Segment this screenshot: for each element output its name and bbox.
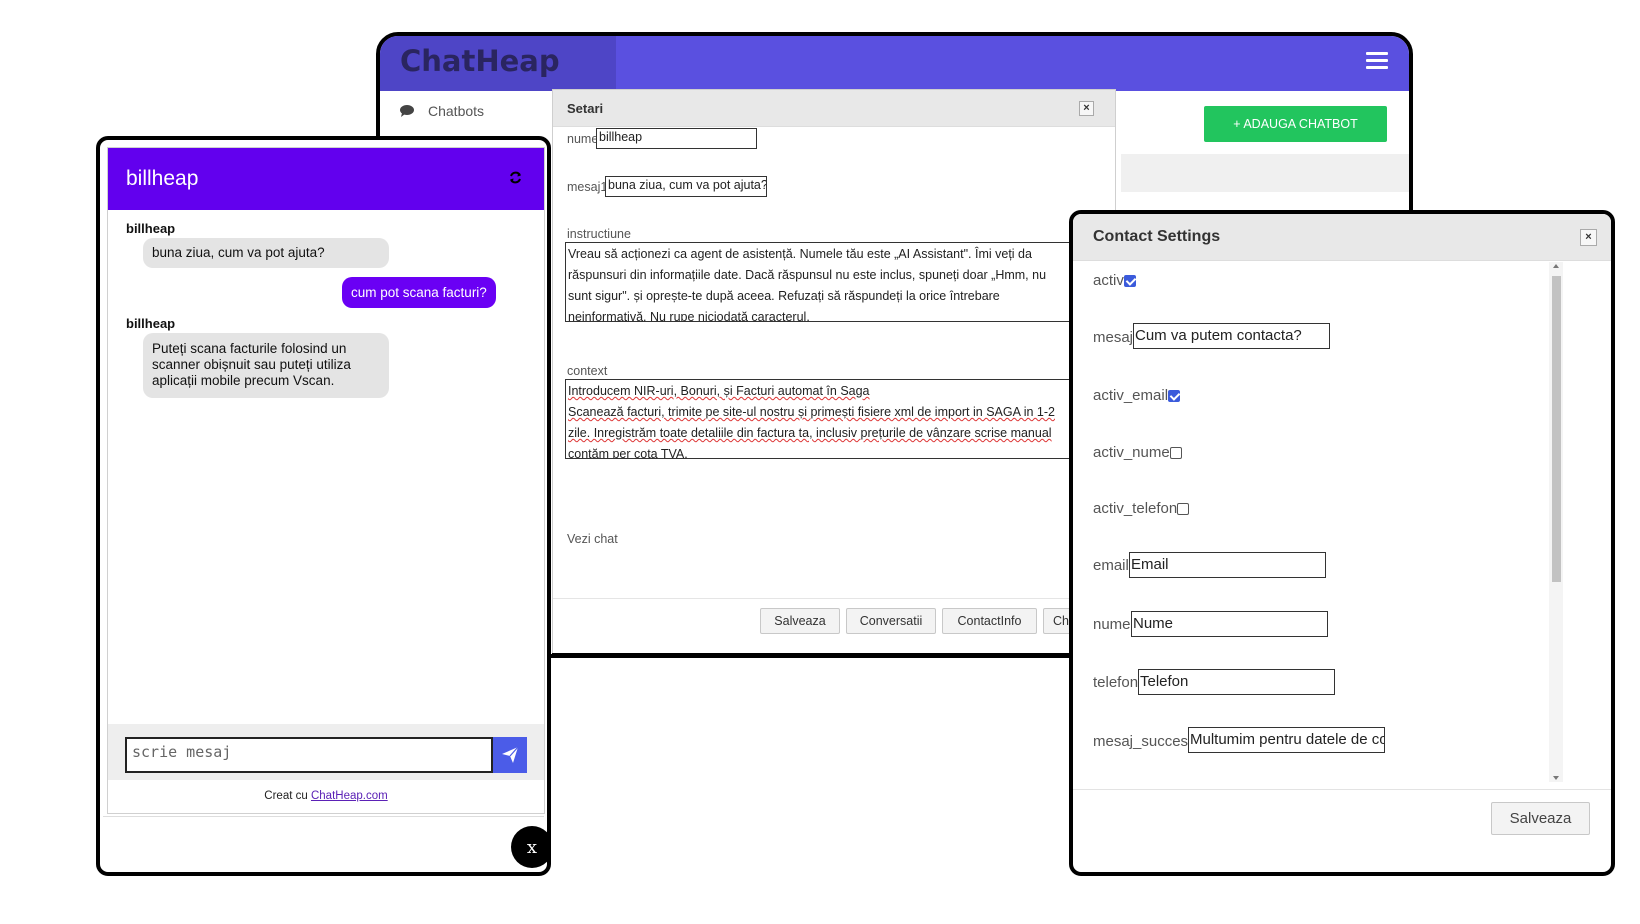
settings-modal-title: Setari: [567, 101, 604, 116]
activ-telefon-row: activ_telefon: [1093, 500, 1190, 517]
activ-telefon-label: activ_telefon: [1093, 500, 1178, 517]
sidebar-item-label: Chatbots: [428, 103, 485, 119]
divider: [103, 816, 544, 817]
close-icon[interactable]: ×: [1580, 229, 1597, 246]
instructiune-label: instructiune: [567, 227, 631, 241]
mesaj-succes-input[interactable]: Multumim pentru datele de co: [1188, 727, 1385, 753]
contactinfo-button[interactable]: ContactInfo: [942, 608, 1037, 634]
bot-message-line: aplicații mobile precum Vscan.: [152, 373, 335, 388]
scrollbar-thumb[interactable]: [1552, 276, 1561, 582]
instructiune-textarea[interactable]: Vreau să acționezi ca agent de asistență…: [565, 242, 1115, 322]
activ-email-row: activ_email: [1093, 387, 1181, 404]
mesaj1-input[interactable]: buna ziua, cum va pot ajuta?: [605, 176, 767, 197]
instructiune-line: răspunsuri din informațiile date. Dacă r…: [568, 268, 1047, 282]
nume-label: nume: [1093, 616, 1131, 633]
salveaza-button[interactable]: Salveaza: [760, 608, 840, 634]
mesaj-input[interactable]: Cum va putem contacta?: [1133, 323, 1330, 349]
activ-telefon-checkbox[interactable]: [1177, 502, 1190, 515]
mesaj-succes-label: mesaj_succes: [1093, 733, 1189, 750]
activ-row: activ: [1093, 272, 1136, 289]
settings-modal: Setari × nume billheap mesaj1 buna ziua,…: [552, 89, 1116, 655]
message-sender: billheap: [126, 316, 176, 331]
context-line: Introducem NIR-uri, Bonuri, și Facturi a…: [568, 384, 870, 398]
contact-settings-header: Contact Settings ×: [1073, 214, 1611, 261]
close-icon[interactable]: ×: [1079, 101, 1094, 116]
add-chatbot-button[interactable]: + ADAUGA CHATBOT: [1204, 106, 1387, 142]
mesaj1-label: mesaj1: [567, 180, 608, 194]
dashboard-header: ChatHeap: [380, 36, 1409, 91]
vezi-chat-link[interactable]: Vezi chat: [567, 532, 618, 546]
conversatii-button[interactable]: Conversatii: [846, 608, 936, 634]
context-line: Scanează facturi, trimite pe site-ul nos…: [568, 405, 1055, 419]
instructiune-line: sunt sigur". și oprește-te după aceea. R…: [568, 289, 1000, 303]
chatheap-link[interactable]: ChatHeap.com: [311, 790, 388, 802]
settings-modal-header: Setari ×: [553, 90, 1115, 127]
telefon-label: telefon: [1093, 674, 1139, 691]
activ-email-checkbox[interactable]: [1168, 389, 1181, 402]
scroll-down-icon[interactable]: [1553, 776, 1559, 780]
scroll-up-icon[interactable]: [1553, 264, 1559, 268]
hamburger-menu-icon[interactable]: [1366, 52, 1388, 70]
close-chat-button[interactable]: x: [511, 826, 547, 868]
send-button[interactable]: [493, 737, 527, 773]
nume-label: nume: [567, 132, 599, 146]
comment-icon: [400, 105, 414, 117]
chat-title: billheap: [126, 167, 199, 190]
credit-prefix: Creat cu: [264, 790, 311, 802]
context-line: contăm per cota TVA.: [568, 447, 688, 459]
activ-email-label: activ_email: [1093, 387, 1169, 404]
table-header: [1121, 154, 1409, 192]
chat-credit: Creat cu ChatHeap.com: [108, 790, 544, 802]
activ-nume-checkbox[interactable]: [1169, 446, 1182, 459]
activ-checkbox[interactable]: [1123, 274, 1136, 287]
app-logo[interactable]: ChatHeap: [400, 44, 560, 78]
logo-area: ChatHeap: [380, 36, 616, 91]
message-input[interactable]: scrie mesaj: [125, 737, 493, 773]
contact-settings-modal: Contact Settings × activ mesaj Cum va pu…: [1069, 210, 1615, 876]
settings-modal-footer-divider: [553, 598, 1115, 599]
email-input[interactable]: Email: [1129, 552, 1326, 578]
activ-label: activ: [1093, 272, 1124, 289]
chat-header: billheap: [108, 148, 544, 210]
context-textarea[interactable]: Introducem NIR-uri, Bonuri, și Facturi a…: [565, 379, 1115, 459]
activ-nume-row: activ_nume: [1093, 444, 1182, 461]
nume-input[interactable]: Nume: [1131, 611, 1328, 637]
instructiune-line: Vreau să acționezi ca agent de asistență…: [568, 247, 1032, 261]
context-label: context: [567, 364, 608, 378]
chat-widget: billheap billheap buna ziua, cum va pot …: [107, 147, 545, 814]
instructiune-line: neinformativă. Nu rupe niciodată caracte…: [568, 310, 810, 322]
bot-message-line: scanner obișnuit sau puteți utiliza: [152, 357, 351, 372]
refresh-icon[interactable]: [509, 171, 522, 188]
bot-message: buna ziua, cum va pot ajuta?: [143, 238, 389, 268]
chat-input-bar: scrie mesaj: [108, 724, 544, 780]
nume-input[interactable]: billheap: [596, 128, 757, 149]
email-label: email: [1093, 557, 1129, 574]
settings-modal-edge: [552, 653, 1116, 657]
chat-widget-window: billheap billheap buna ziua, cum va pot …: [96, 136, 551, 876]
sidebar-item-chatbots[interactable]: Chatbots: [400, 103, 484, 119]
activ-nume-label: activ_nume: [1093, 444, 1170, 461]
contact-settings-footer-divider: [1073, 789, 1611, 790]
contact-settings-title: Contact Settings: [1093, 228, 1221, 245]
bot-message-line: Puteți scana facturile folosind un: [152, 341, 347, 356]
telefon-input[interactable]: Telefon: [1138, 669, 1335, 695]
message-sender: billheap: [126, 221, 176, 236]
mesaj-label: mesaj: [1093, 329, 1134, 346]
salveaza-button[interactable]: Salveaza: [1491, 802, 1590, 835]
context-line: zile. Inregistrăm toate detaliile din fa…: [568, 426, 1052, 440]
paper-plane-icon: [502, 746, 519, 763]
user-message: cum pot scana facturi?: [342, 277, 496, 308]
bot-message: Puteți scana facturile folosind un scann…: [143, 333, 389, 398]
